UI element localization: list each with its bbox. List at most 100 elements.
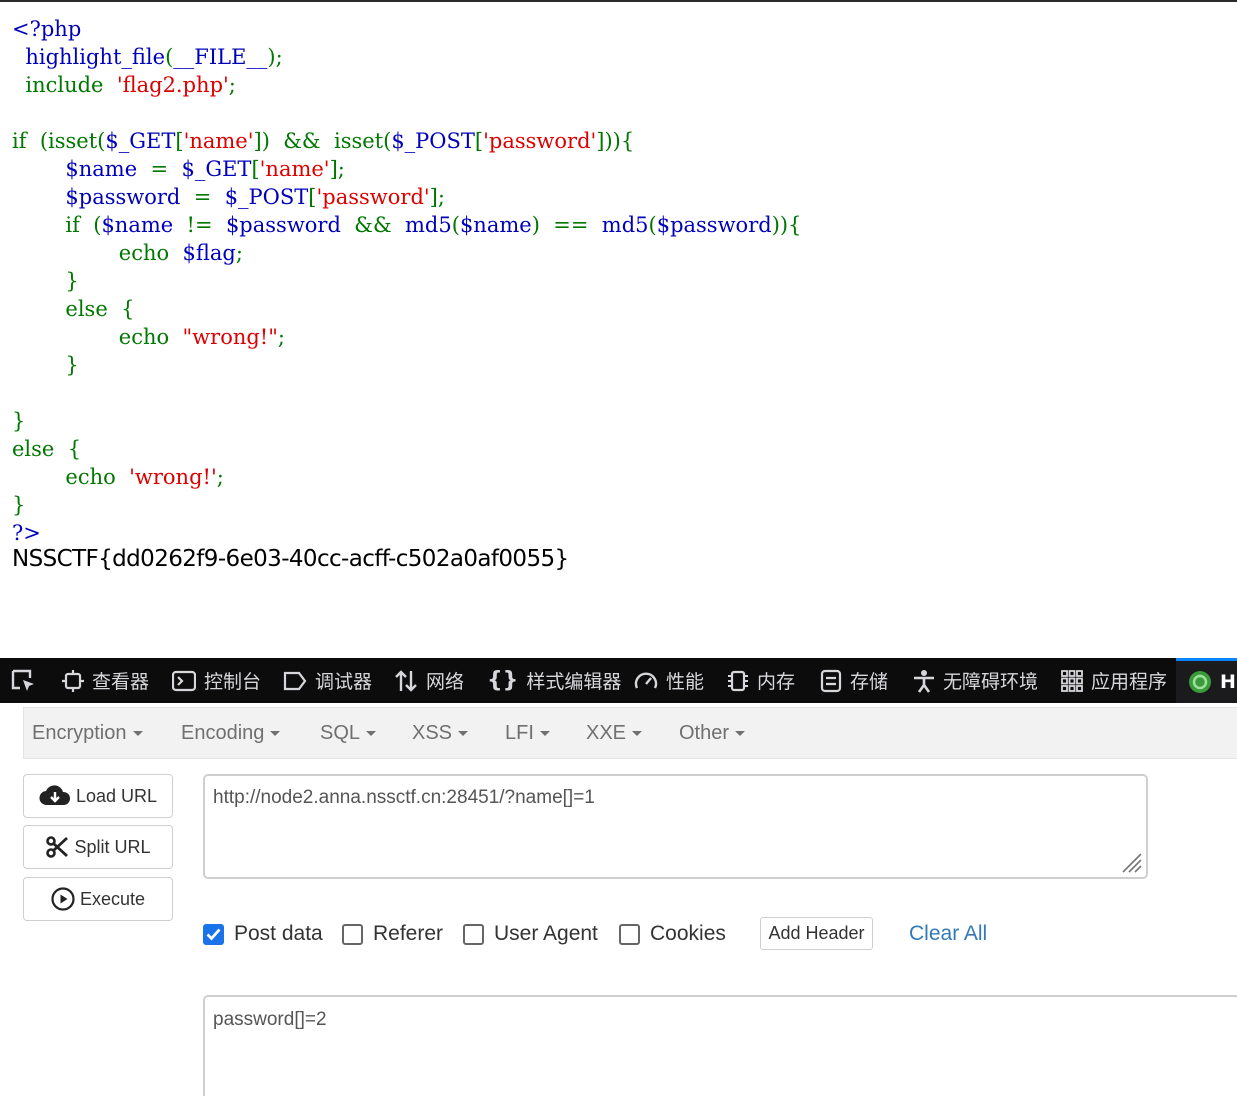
code-token: }	[12, 353, 79, 377]
accessibility-icon	[914, 669, 934, 693]
code-token: if (isset(	[12, 129, 106, 153]
cloud-download-icon	[39, 785, 70, 806]
code-token: 'flag2.php'	[116, 73, 229, 97]
code-line: $password = $_POST['password'];	[12, 183, 801, 211]
code-token: ;	[216, 465, 224, 489]
gauge-icon	[634, 671, 658, 689]
code-token: $_POST	[224, 185, 309, 209]
code-line: }	[12, 267, 801, 295]
code-line: if ($name != $password && md5($name) == …	[12, 211, 801, 239]
menu-label: SQL	[320, 722, 361, 744]
code-token: $password	[12, 185, 194, 209]
code-token: __FILE__	[173, 45, 268, 69]
menu-xxe[interactable]: XXE	[586, 708, 643, 758]
split-url-button[interactable]: Split URL	[23, 825, 173, 869]
cookies-checkbox[interactable]	[619, 923, 640, 945]
menu-encryption[interactable]: Encryption	[32, 708, 143, 758]
code-token: $_GET	[105, 129, 176, 153]
tab-memory[interactable]: 内存	[727, 658, 795, 703]
menu-encoding[interactable]: Encoding	[181, 708, 281, 758]
php-source-code: <?php highlight_file(__FILE__); include …	[12, 15, 801, 547]
code-token: =	[193, 185, 225, 209]
network-icon	[395, 669, 417, 692]
code-token: ];	[429, 185, 445, 209]
post-data-textarea[interactable]: password[]=2	[203, 995, 1237, 1096]
post-data-option[interactable]: Post data	[203, 918, 323, 950]
menu-lfi[interactable]: LFI	[505, 708, 550, 758]
tab-accessibility[interactable]: 无障碍环境	[913, 658, 1038, 703]
caret-down-icon	[735, 731, 746, 737]
caret-down-icon	[366, 731, 377, 737]
execute-button[interactable]: Execute	[23, 877, 173, 921]
tab-performance[interactable]: 性能	[634, 658, 704, 703]
tab-label: 应用程序	[1091, 671, 1168, 693]
option-label: User Agent	[494, 922, 598, 945]
element-picker-icon[interactable]	[10, 658, 38, 703]
add-header-button[interactable]: Add Header	[760, 917, 873, 950]
post-data-checkbox[interactable]	[203, 923, 224, 945]
load-url-button[interactable]: Load URL	[23, 774, 173, 818]
code-token: ?>	[12, 521, 41, 545]
code-token: [	[308, 185, 317, 209]
tab-label: 控制台	[204, 671, 262, 693]
code-line: }	[12, 407, 801, 435]
code-token: }	[12, 269, 79, 293]
caret-down-icon	[632, 731, 643, 737]
tab-label: H	[1220, 671, 1236, 693]
code-token: [	[175, 129, 184, 153]
code-token: [	[474, 129, 484, 153]
tab-hackbar[interactable]: H	[1176, 658, 1237, 703]
code-token: 'name'	[259, 157, 330, 181]
code-token: }	[12, 409, 26, 433]
grid-icon	[1061, 669, 1083, 692]
code-token: $name	[459, 213, 532, 237]
tab-console[interactable]: 控制台	[172, 658, 261, 703]
tab-label: 样式编辑器	[526, 671, 622, 693]
code-token: $flag	[182, 241, 236, 265]
user-agent-checkbox[interactable]	[463, 923, 484, 945]
top-divider	[0, 0, 1237, 2]
tab-inspector[interactable]: 查看器	[62, 658, 149, 703]
url-textarea[interactable]: http://node2.anna.nssctf.cn:28451/?name[…	[203, 774, 1148, 879]
menu-label: Encoding	[181, 722, 265, 744]
referer-option[interactable]: Referer	[342, 918, 443, 950]
code-token: ;	[277, 325, 285, 349]
checkmark-icon	[206, 928, 221, 941]
button-label: Load URL	[75, 785, 158, 806]
console-icon	[172, 670, 196, 691]
code-token: ;	[228, 73, 236, 97]
code-line: echo 'wrong!';	[12, 463, 801, 491]
clear-all-link[interactable]: Clear All	[909, 918, 987, 950]
code-line: }	[12, 351, 801, 379]
tab-style-editor[interactable]: {} 样式编辑器	[487, 658, 621, 703]
menu-sql[interactable]: SQL	[320, 708, 377, 758]
user-agent-option[interactable]: User Agent	[463, 918, 598, 950]
option-label: Post data	[234, 922, 323, 945]
tab-debugger[interactable]: 调试器	[283, 658, 372, 703]
storage-icon	[820, 669, 842, 692]
code-token: $name	[101, 213, 187, 237]
menu-xss[interactable]: XSS	[412, 708, 469, 758]
tab-label: 网络	[426, 671, 465, 693]
hackbar-icon	[1189, 671, 1211, 693]
tab-label: 调试器	[315, 671, 373, 693]
code-token: else {	[12, 297, 135, 321]
menu-other[interactable]: Other	[679, 708, 746, 758]
code-line: ?>	[12, 519, 801, 547]
code-line: else {	[12, 435, 801, 463]
tab-storage[interactable]: 存储	[820, 658, 888, 703]
menu-label: LFI	[505, 722, 534, 744]
tab-network[interactable]: 网络	[394, 658, 464, 703]
code-token: "wrong!"	[182, 325, 278, 349]
tab-application[interactable]: 应用程序	[1061, 658, 1167, 703]
scissors-icon	[46, 836, 69, 858]
code-token: $_POST	[391, 129, 475, 153]
referer-checkbox[interactable]	[342, 923, 363, 945]
code-token: &&	[354, 213, 406, 237]
cookies-option[interactable]: Cookies	[619, 918, 726, 950]
resize-grip-icon[interactable]	[1120, 851, 1142, 873]
caret-down-icon	[458, 731, 469, 737]
tab-label: 查看器	[92, 671, 150, 693]
devtools-toolbar: 查看器 控制台 调试器 网络 {} 样式编辑器 性能 内存 存储 无障碍环境 应…	[0, 658, 1237, 703]
code-token: echo	[12, 325, 183, 349]
